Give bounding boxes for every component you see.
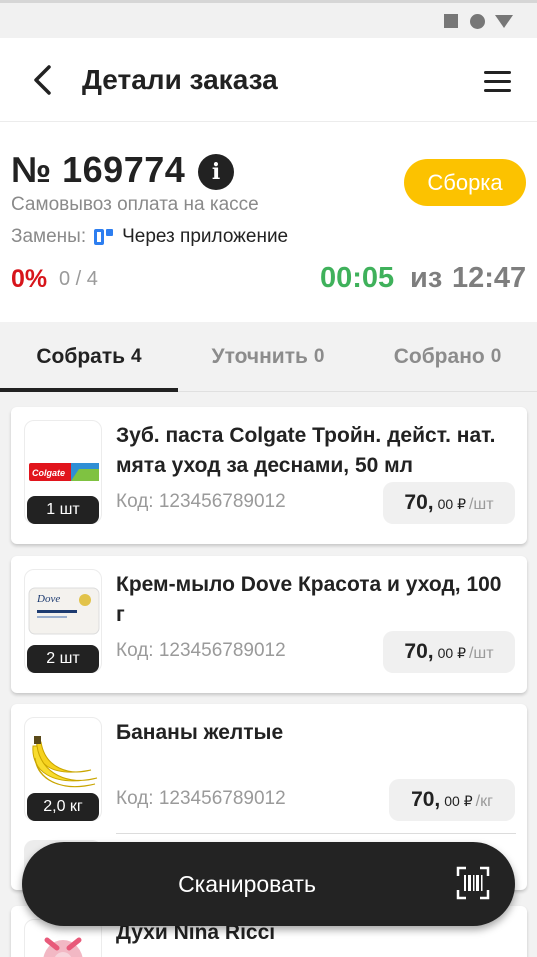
tab-clarify[interactable]: Уточнить 0	[178, 322, 358, 392]
tab-count: 4	[131, 346, 142, 367]
app-phone-icon	[94, 227, 114, 247]
price-unit: /шт	[468, 496, 494, 513]
tabs-bar: Собрать 4 Уточнить 0 Собрано 0	[0, 322, 537, 392]
price-box: 70, 00 ₽ /кг	[389, 779, 515, 821]
tab-count: 0	[490, 346, 502, 367]
tab-label: Собрать	[36, 345, 126, 368]
info-icon[interactable]: i	[198, 154, 234, 190]
recents-square-icon	[444, 14, 458, 28]
tab-collect[interactable]: Собрать 4	[0, 322, 178, 392]
price-cents: 00 ₽	[437, 496, 466, 512]
replacements-value: Через приложение	[122, 226, 289, 247]
delivery-method: Самовывоз оплата на кассе	[11, 194, 259, 215]
hamburger-line	[483, 88, 511, 92]
price-box: 70, 00 ₽ /шт	[383, 631, 515, 673]
app-header: Детали заказа	[0, 38, 537, 122]
progress-percent: 0%	[11, 265, 48, 293]
product-code: Код: 123456789012	[116, 640, 286, 661]
order-info: № 169774 i Сборка Самовывоз оплата на ка…	[0, 122, 537, 322]
price-main: 70,	[404, 640, 434, 663]
quantity-badge: 1 шт	[27, 496, 99, 524]
price-cents: 00 ₽	[444, 793, 473, 809]
product-name: Бананы желтые	[116, 721, 284, 744]
svg-text:Dove: Dove	[36, 593, 60, 605]
divider	[116, 833, 516, 834]
price-main: 70,	[404, 491, 434, 514]
time-separator: из	[410, 262, 443, 294]
status-bar	[0, 0, 537, 38]
time-elapsed: 00:05	[320, 262, 395, 294]
quantity-badge: 2,0 кг	[27, 793, 99, 821]
price-unit: /шт	[468, 645, 494, 662]
list-item[interactable]: Dove 2 шт Крем-мыло Dove Красота и уход,…	[11, 556, 527, 693]
scan-button[interactable]: Сканировать	[22, 842, 515, 926]
svg-text:Colgate: Colgate	[32, 468, 65, 478]
tab-label: Собрано	[393, 345, 485, 368]
price-main: 70,	[411, 788, 441, 811]
chevron-left-icon	[34, 65, 51, 95]
product-name: Зуб. паста Colgate Тройн. дейст. нат. мя…	[116, 424, 496, 477]
replacements-row: Замены: Через приложение	[11, 226, 288, 248]
home-circle-icon	[470, 14, 485, 29]
status-badge[interactable]: Сборка	[404, 159, 526, 206]
menu-button[interactable]	[478, 62, 516, 100]
price-unit: /кг	[475, 793, 493, 810]
replacements-label: Замены:	[11, 226, 87, 247]
scan-button-label: Сканировать	[178, 870, 316, 897]
progress-count: 0 / 4	[59, 268, 98, 290]
back-triangle-icon	[495, 15, 513, 28]
tab-collected[interactable]: Собрано 0	[358, 322, 537, 392]
product-code: Код: 123456789012	[116, 788, 286, 809]
product-code: Код: 123456789012	[116, 491, 286, 512]
hamburger-line	[483, 79, 511, 83]
hamburger-line	[483, 70, 511, 74]
price-box: 70, 00 ₽ /шт	[383, 482, 515, 524]
tab-count: 0	[313, 346, 325, 367]
list-item[interactable]: Colgate 1 шт Зуб. паста Colgate Тройн. д…	[11, 407, 527, 544]
barcode-scan-icon	[456, 866, 490, 900]
tab-label: Уточнить	[211, 345, 308, 368]
page-title: Детали заказа	[82, 64, 278, 95]
price-cents: 00 ₽	[437, 645, 466, 661]
back-button[interactable]	[22, 60, 62, 100]
quantity-badge: 2 шт	[27, 645, 99, 673]
time-total: 12:47	[452, 262, 527, 294]
product-name: Крем-мыло Dove Красота и уход, 100 г	[116, 573, 502, 626]
order-number: № 169774	[11, 149, 186, 190]
